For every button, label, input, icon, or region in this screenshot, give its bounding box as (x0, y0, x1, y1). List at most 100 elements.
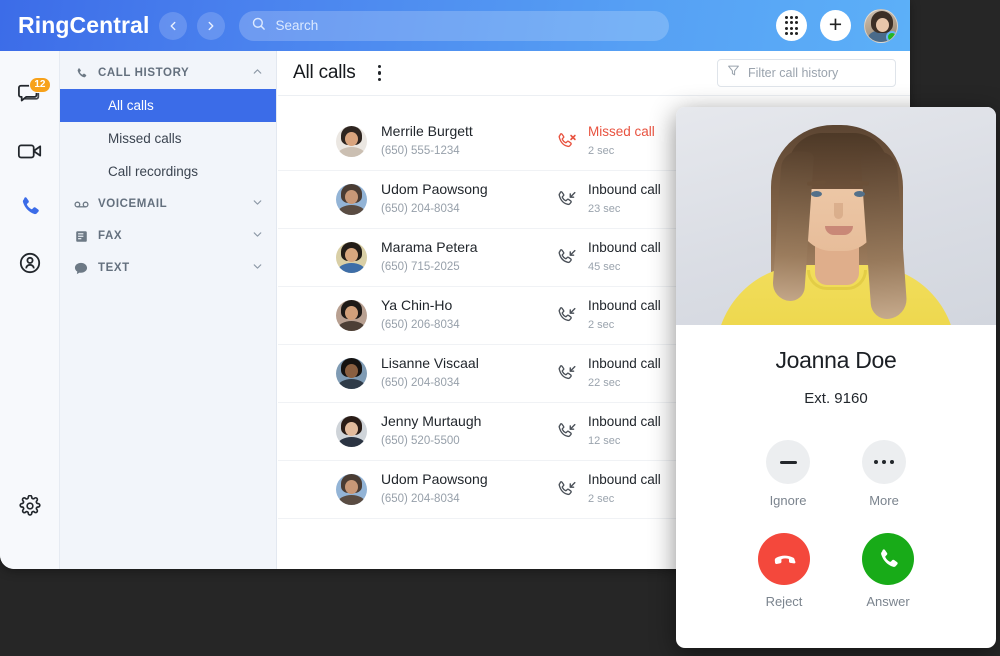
contact-info: Merrile Burgett (650) 555-1234 (381, 123, 551, 160)
sidebar-section-label: TEXT (98, 262, 130, 274)
ignore-label: Ignore (769, 493, 807, 508)
sidebar-section-text[interactable]: TEXT (60, 252, 276, 284)
minus-icon (766, 440, 810, 484)
call-duration: 2 sec (588, 319, 615, 332)
avatar-face (345, 306, 358, 320)
contact-phone: (650) 204-8034 (381, 377, 460, 390)
chevron-down-icon[interactable] (251, 260, 264, 276)
sidebar-item-label: Missed calls (108, 131, 182, 146)
ignore-button[interactable]: Ignore (766, 440, 810, 508)
contact-info: Udom Paowsong (650) 204-8034 (381, 181, 551, 218)
app-brand: RingCentral (18, 12, 150, 38)
caller-extension: Ext. 9160 (804, 390, 868, 407)
contact-phone: (650) 206-8034 (381, 319, 460, 332)
main-header: All calls Filter call history (278, 51, 910, 96)
contact-phone: (650) 204-8034 (381, 493, 460, 506)
call-duration: 2 sec (588, 493, 615, 506)
contact-name: Merrile Burgett (381, 123, 473, 140)
search-icon (251, 16, 266, 36)
avatar-face (345, 132, 358, 146)
sidebar-item-call-recordings[interactable]: Call recordings (60, 155, 276, 188)
contact-name: Udom Paowsong (381, 471, 488, 488)
more-button[interactable]: More (862, 440, 906, 508)
call-type: Inbound call (588, 356, 661, 372)
primary-call-actions: Reject Answer (676, 533, 996, 609)
phone-inbound-icon (555, 189, 577, 210)
nav-forward-button[interactable] (197, 11, 226, 40)
avatar-face (345, 422, 358, 436)
app-header: RingCentral Search + (0, 0, 910, 51)
rail-item-contacts[interactable] (8, 240, 52, 290)
dialpad-button[interactable] (776, 10, 807, 41)
sidebar-item-label: All calls (108, 98, 154, 113)
chevron-down-icon[interactable] (251, 196, 264, 212)
chevron-down-icon[interactable] (251, 228, 264, 244)
rail-item-phone[interactable] (8, 184, 52, 234)
more-label: More (869, 493, 899, 508)
dialpad-icon (784, 16, 799, 35)
search-placeholder: Search (275, 18, 319, 33)
search-input[interactable]: Search (239, 10, 670, 41)
contact-info: Udom Paowsong (650) 204-8034 (381, 471, 551, 508)
contact-info: Jenny Murtaugh (650) 520-5500 (381, 413, 551, 450)
avatar-face (345, 190, 358, 204)
call-type-cell: Inbound call 2 sec (555, 297, 661, 334)
contact-info: Marama Petera (650) 715-2025 (381, 239, 551, 276)
gear-icon (18, 494, 41, 522)
avatar-body (338, 495, 365, 505)
user-avatar[interactable] (864, 8, 898, 43)
contact-phone: (650) 204-8034 (381, 203, 460, 216)
messages-badge: 12 (29, 77, 51, 93)
portrait-nose (834, 203, 843, 219)
avatar-face (345, 480, 358, 494)
call-duration: 12 sec (588, 435, 621, 448)
screenshot-stage: RingCentral Search + 12 CALL HISTORY All… (0, 0, 1000, 656)
filter-call-history-input[interactable]: Filter call history (717, 59, 896, 87)
call-type: Inbound call (588, 240, 661, 256)
more-vertical-icon[interactable] (370, 61, 390, 86)
more-horizontal-icon (862, 440, 906, 484)
avatar-face (876, 17, 889, 32)
fax-icon (73, 230, 89, 243)
rail-item-messages[interactable]: 12 (8, 72, 52, 122)
call-type: Inbound call (588, 182, 661, 198)
header-actions: + (776, 8, 898, 43)
call-duration: 22 sec (588, 377, 621, 390)
phone-icon (73, 67, 89, 80)
contact-avatar (336, 300, 367, 331)
contact-name: Marama Petera (381, 239, 478, 256)
sidebar-section-call-history[interactable]: CALL HISTORY (60, 57, 276, 89)
contact-avatar (336, 358, 367, 389)
sidebar-section-label: FAX (98, 230, 123, 242)
call-duration: 23 sec (588, 203, 621, 216)
sidebar-section-label: VOICEMAIL (98, 198, 168, 210)
contact-avatar (336, 184, 367, 215)
sidebar-section-fax[interactable]: FAX (60, 220, 276, 252)
page-title: All calls (293, 62, 356, 83)
contact-name: Udom Paowsong (381, 181, 488, 198)
phone-inbound-icon (555, 479, 577, 500)
contact-avatar (336, 474, 367, 505)
contact-info: Lisanne Viscaal (650) 204-8034 (381, 355, 551, 392)
answer-button[interactable]: Answer (862, 533, 914, 609)
call-duration: 45 sec (588, 261, 621, 274)
sidebar-item-missed-calls[interactable]: Missed calls (60, 122, 276, 155)
rail-item-settings[interactable] (8, 483, 52, 533)
reject-label: Reject (765, 594, 803, 609)
rail-item-video[interactable] (8, 128, 52, 178)
avatar-body (338, 205, 365, 215)
sidebar-item-all-calls[interactable]: All calls (60, 89, 276, 122)
add-button[interactable]: + (820, 10, 851, 41)
call-type-text: Inbound call 22 sec (588, 355, 661, 392)
contact-avatar (336, 126, 367, 157)
contact-avatar (336, 242, 367, 273)
call-type-text: Inbound call 23 sec (588, 181, 661, 218)
chevron-up-icon[interactable] (251, 65, 264, 81)
phone-icon (18, 195, 42, 224)
nav-back-button[interactable] (159, 11, 188, 40)
reject-button[interactable]: Reject (758, 533, 810, 609)
phone-hangup-icon (758, 533, 810, 585)
sidebar-section-voicemail[interactable]: VOICEMAIL (60, 188, 276, 220)
contact-phone: (650) 555-1234 (381, 145, 460, 158)
incoming-call-popup: Joanna Doe Ext. 9160 Ignore More Reject … (676, 107, 996, 648)
